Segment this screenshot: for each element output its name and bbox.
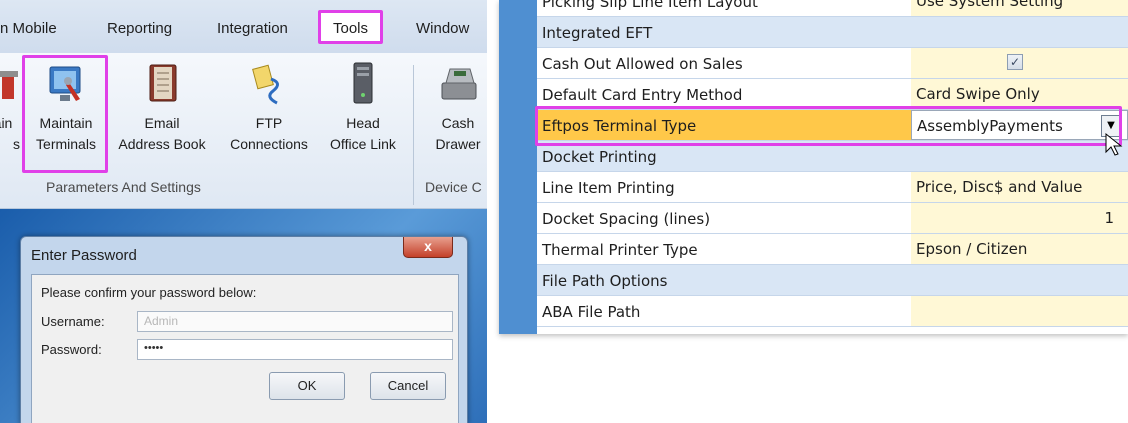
tab-reporting[interactable]: Reporting: [107, 20, 172, 37]
cash-out-checkbox[interactable]: ✓: [1007, 54, 1023, 70]
server-tower-icon: [353, 62, 373, 104]
tab-tools[interactable]: Tools: [318, 10, 384, 44]
property-value[interactable]: Price, Disc$ and Value: [911, 172, 1128, 202]
property-value-text: 1: [1104, 209, 1114, 227]
password-field[interactable]: •••••: [137, 339, 453, 360]
property-name: Docket Spacing (lines): [542, 210, 711, 228]
ftp-connection-icon: [252, 64, 279, 105]
ribbon-tab-bar: n Mobile Reporting Integration Tools Win…: [0, 0, 487, 53]
right-screenshot-panel: Picking Slip Line Item Layout Use System…: [499, 0, 1128, 334]
ribbon-button-label: Address Book: [118, 136, 206, 152]
grid-row-thermal-printer[interactable]: Thermal Printer Type Epson / Citizen: [537, 234, 1128, 265]
left-screenshot-panel: n Mobile Reporting Integration Tools Win…: [0, 0, 487, 423]
eftpos-row-highlight: [535, 106, 1122, 146]
address-book-icon: [149, 64, 177, 102]
property-name: Line Item Printing: [542, 179, 675, 197]
close-button[interactable]: x: [403, 237, 453, 258]
property-value[interactable]: 1: [911, 203, 1128, 233]
grid-row-aba-file-path[interactable]: ABA File Path: [537, 296, 1128, 327]
property-value[interactable]: Epson / Citizen: [911, 234, 1128, 264]
grid-row-docket-spacing[interactable]: Docket Spacing (lines) 1: [537, 203, 1128, 234]
property-grid: Picking Slip Line Item Layout Use System…: [535, 0, 1128, 334]
category-name: File Path Options: [542, 272, 668, 290]
property-name: Thermal Printer Type: [542, 241, 698, 259]
group-separator: [413, 65, 414, 205]
ribbon-button-label: Head: [346, 115, 380, 131]
property-name: ABA File Path: [542, 303, 641, 321]
ribbon-body: ain s Maintain Terminals: [0, 53, 487, 209]
ribbon-button-label: Drawer: [435, 136, 481, 152]
property-value: ✓: [911, 48, 1128, 78]
group-label-parameters: Parameters And Settings: [46, 179, 201, 195]
group-label-device: Device C: [425, 179, 482, 195]
password-label: Password:: [41, 342, 102, 357]
property-name: Cash Out Allowed on Sales: [542, 55, 743, 73]
mouse-cursor-icon: [1105, 132, 1123, 156]
cash-register-icon: [441, 68, 477, 100]
dialog-body: Please confirm your password below: User…: [31, 274, 459, 423]
ribbon-button-label: Connections: [230, 136, 308, 152]
ribbon-button-label: Cash: [441, 115, 475, 131]
property-value-text: Card Swipe Only: [916, 85, 1040, 103]
head-office-link-button[interactable]: Head Office Link: [322, 61, 404, 155]
grid-row-cash-out[interactable]: Cash Out Allowed on Sales ✓: [537, 48, 1128, 79]
ribbon-button-label: s: [13, 136, 20, 152]
ribbon-button-label: Email: [144, 115, 180, 131]
username-field[interactable]: Admin: [137, 311, 453, 332]
property-value-text: Epson / Citizen: [916, 240, 1028, 258]
ribbon-button-label: ain: [0, 115, 13, 131]
maintain-terminals-highlight: [22, 55, 108, 173]
cancel-button[interactable]: Cancel: [370, 372, 446, 400]
username-label: Username:: [41, 314, 105, 329]
category-name: Docket Printing: [542, 148, 657, 166]
close-icon: x: [424, 238, 432, 254]
dialog-prompt: Please confirm your password below:: [41, 285, 257, 300]
ribbon-button-partial[interactable]: ain s: [0, 61, 20, 155]
tab-window[interactable]: Window: [416, 20, 469, 37]
category-name: Integrated EFT: [542, 24, 653, 42]
property-name: Default Card Entry Method: [542, 86, 743, 104]
category-file-path-options[interactable]: File Path Options: [537, 265, 1128, 296]
property-name: Picking Slip Line Item Layout: [542, 0, 758, 11]
grid-row-picking-slip[interactable]: Picking Slip Line Item Layout Use System…: [537, 0, 1128, 17]
ribbon-button-label: FTP: [255, 115, 283, 131]
property-value[interactable]: Card Swipe Only: [911, 79, 1128, 109]
enter-password-dialog: Enter Password x Please confirm your pas…: [20, 236, 468, 423]
dialog-title: Enter Password: [31, 247, 137, 264]
property-value-text: Use System Setting: [916, 0, 1064, 10]
ok-button[interactable]: OK: [269, 372, 345, 400]
property-value[interactable]: [911, 296, 1128, 326]
tab-integration[interactable]: Integration: [217, 20, 288, 37]
property-value[interactable]: Use System Setting: [911, 0, 1128, 16]
ribbon-button-label: Office Link: [330, 136, 396, 152]
email-address-book-button[interactable]: Email Address Book: [111, 61, 213, 155]
partial-tool-icon: [0, 71, 18, 99]
property-value-text: Price, Disc$ and Value: [916, 178, 1083, 196]
tab-mobile[interactable]: n Mobile: [0, 20, 57, 37]
ftp-connections-button[interactable]: FTP Connections: [221, 61, 317, 155]
category-integrated-eft[interactable]: Integrated EFT: [537, 17, 1128, 48]
grid-row-line-item-printing[interactable]: Line Item Printing Price, Disc$ and Valu…: [537, 172, 1128, 203]
cash-drawer-button[interactable]: Cash Drawer: [426, 61, 487, 155]
